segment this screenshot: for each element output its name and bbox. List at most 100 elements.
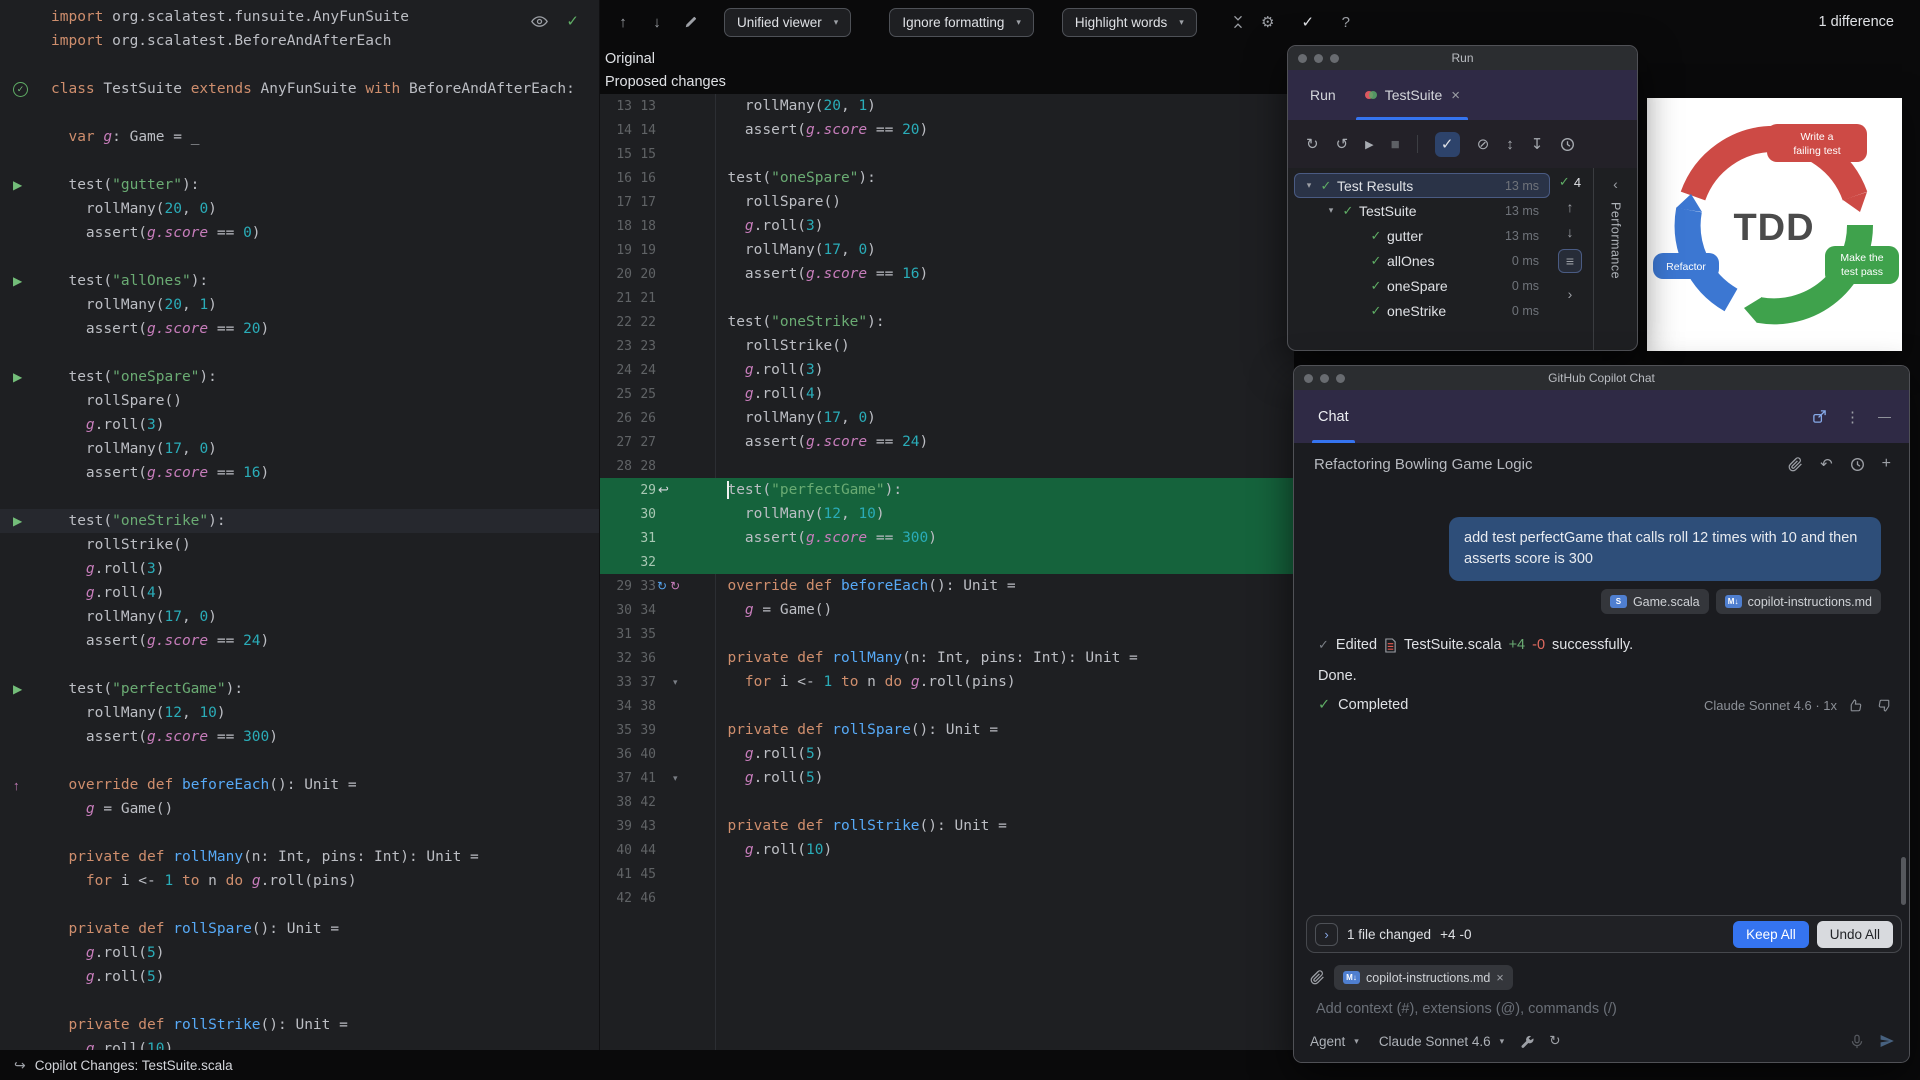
- toggle-auto-test-icon[interactable]: ▶: [1365, 138, 1373, 151]
- import-test-results-icon[interactable]: ↧: [1531, 135, 1544, 153]
- fold-region-icon[interactable]: ▾: [673, 677, 678, 688]
- code-line[interactable]: [0, 485, 599, 509]
- status-message[interactable]: Copilot Changes: TestSuite.scala: [35, 1058, 233, 1073]
- code-line[interactable]: ✓ class TestSuite extends AnyFunSuite wit…: [0, 77, 599, 101]
- stop-icon[interactable]: ■: [1391, 136, 1400, 153]
- test-tree-item-onestrike[interactable]: ✓ oneStrike 0 ms: [1294, 298, 1550, 323]
- history-icon[interactable]: [1850, 457, 1865, 472]
- expand-chevron-icon[interactable]: ▾: [1301, 180, 1317, 191]
- context-chip[interactable]: M↓ copilot-instructions.md ×: [1334, 965, 1513, 990]
- diff-row[interactable]: 36 40 g.roll(5): [600, 742, 1294, 766]
- run-window-titlebar[interactable]: Run: [1288, 46, 1637, 70]
- diff-row[interactable]: 39 43 private def rollStrike(): Unit =: [600, 814, 1294, 838]
- expand-changes-icon[interactable]: ›: [1315, 922, 1338, 946]
- code-line[interactable]: for i <- 1 to n do g.roll(pins): [0, 869, 599, 893]
- rerun-tests-icon[interactable]: ↻: [1306, 135, 1319, 153]
- code-line[interactable]: g.roll(10): [0, 1037, 599, 1050]
- highlight-dropdown[interactable]: Highlight words ▾: [1061, 7, 1197, 37]
- diff-row[interactable]: 24 24 g.roll(3): [600, 358, 1294, 382]
- test-history-icon[interactable]: [1560, 137, 1575, 152]
- diff-row[interactable]: 21 21: [600, 286, 1294, 310]
- window-control-dot[interactable]: [1298, 53, 1307, 63]
- diff-row[interactable]: 18 18 g.roll(3): [600, 214, 1294, 238]
- test-tree-item-testsuite[interactable]: ▾ ✓ TestSuite 13 ms: [1294, 198, 1550, 223]
- code-line[interactable]: rollMany(17, 0): [0, 605, 599, 629]
- editor-code[interactable]: import org.scalatest.funsuite.AnyFunSuit…: [0, 0, 599, 1050]
- code-line[interactable]: rollMany(12, 10): [0, 701, 599, 725]
- undo-icon[interactable]: ↶: [1820, 455, 1833, 473]
- close-tab-icon[interactable]: ×: [1451, 87, 1460, 104]
- viewer-mode-dropdown[interactable]: Unified viewer ▾: [724, 7, 852, 37]
- diff-row[interactable]: 32: [600, 550, 1294, 574]
- code-line[interactable]: assert(g.score == 0): [0, 221, 599, 245]
- change-marker-icon[interactable]: ↻: [657, 579, 667, 593]
- code-line[interactable]: private def rollSpare(): Unit =: [0, 917, 599, 941]
- code-line[interactable]: g.roll(5): [0, 965, 599, 989]
- code-line[interactable]: [0, 149, 599, 173]
- code-line[interactable]: ▶ test("perfectGame"):: [0, 677, 599, 701]
- diff-row[interactable]: 32 36 private def rollMany(n: Int, pins: …: [600, 646, 1294, 670]
- diff-row[interactable]: 15 15: [600, 142, 1294, 166]
- code-line[interactable]: rollMany(17, 0): [0, 437, 599, 461]
- diff-row[interactable]: 34 38: [600, 694, 1294, 718]
- test-tree-item-allones[interactable]: ✓ allOnes 0 ms: [1294, 248, 1550, 273]
- code-line[interactable]: ▶ test("gutter"):: [0, 173, 599, 197]
- diff-row[interactable]: 14 14 assert(g.score == 20): [600, 118, 1294, 142]
- diff-row[interactable]: 29 ↩ test("perfectGame"):: [600, 478, 1294, 502]
- chat-input[interactable]: Add context (#), extensions (@), command…: [1316, 1001, 1617, 1017]
- quick-filter-icon[interactable]: ≡: [1558, 249, 1582, 273]
- scrollbar-thumb[interactable]: [1901, 857, 1906, 905]
- code-line[interactable]: rollSpare(): [0, 389, 599, 413]
- voice-icon[interactable]: [1850, 1034, 1864, 1049]
- code-line[interactable]: [0, 53, 599, 77]
- collapse-unchanged-icon[interactable]: [1227, 15, 1249, 29]
- expand-panel-icon[interactable]: ›: [1568, 286, 1573, 302]
- code-line[interactable]: ▶ test("oneSpare"):: [0, 365, 599, 389]
- diff-row[interactable]: 23 23 rollStrike(): [600, 334, 1294, 358]
- code-line[interactable]: assert(g.score == 300): [0, 725, 599, 749]
- attach-icon[interactable]: [1788, 456, 1803, 472]
- edited-file-name[interactable]: TestSuite.scala: [1404, 637, 1502, 653]
- fold-region-icon[interactable]: ▾: [673, 773, 678, 784]
- sort-by-duration-icon[interactable]: ↕: [1506, 136, 1514, 153]
- context-chip[interactable]: M↓ copilot-instructions.md: [1715, 589, 1881, 614]
- code-line[interactable]: var g: Game = _: [0, 125, 599, 149]
- rerun-failed-tests-icon[interactable]: ↺: [1336, 135, 1349, 153]
- window-control-dot[interactable]: [1304, 373, 1313, 383]
- test-tree-item-gutter[interactable]: ✓ gutter 13 ms: [1294, 223, 1550, 248]
- previous-difference-icon[interactable]: ↑: [612, 14, 634, 31]
- diff-row[interactable]: 22 22 test("oneStrike"):: [600, 310, 1294, 334]
- tab-performance[interactable]: Performance: [1609, 202, 1623, 279]
- code-line[interactable]: ▶ test("oneStrike"):: [0, 509, 599, 533]
- code-line[interactable]: [0, 245, 599, 269]
- diff-row[interactable]: 29 33 ↻ ↻ override def beforeEach(): Unit =: [600, 574, 1294, 598]
- show-ignored-icon[interactable]: ⊘: [1477, 135, 1490, 153]
- next-difference-icon[interactable]: ↓: [646, 14, 668, 31]
- remove-chip-icon[interactable]: ×: [1496, 971, 1503, 985]
- code-line[interactable]: [0, 341, 599, 365]
- new-chat-icon[interactable]: +: [1882, 455, 1891, 473]
- code-line[interactable]: [0, 653, 599, 677]
- show-passed-toggle[interactable]: ✓: [1434, 131, 1460, 157]
- whitespace-dropdown[interactable]: Ignore formatting ▾: [889, 7, 1034, 37]
- code-line[interactable]: rollStrike(): [0, 533, 599, 557]
- edit-icon[interactable]: [680, 15, 702, 29]
- test-tree-item-test-results[interactable]: ▾ ✓ Test Results 13 ms: [1294, 173, 1550, 198]
- code-line[interactable]: g.roll(3): [0, 413, 599, 437]
- help-icon[interactable]: ?: [1335, 14, 1357, 31]
- run-test-icon[interactable]: ▶: [13, 179, 22, 191]
- code-line[interactable]: assert(g.score == 24): [0, 629, 599, 653]
- code-line[interactable]: ▶ test("allOnes"):: [0, 269, 599, 293]
- diff-row[interactable]: 19 19 rollMany(17, 0): [600, 238, 1294, 262]
- diff-row[interactable]: 37 41 ▾ g.roll(5): [600, 766, 1294, 790]
- code-line[interactable]: g.roll(3): [0, 557, 599, 581]
- code-line[interactable]: rollMany(20, 0): [0, 197, 599, 221]
- code-line[interactable]: g.roll(4): [0, 581, 599, 605]
- refresh-icon[interactable]: ↻: [1549, 1033, 1560, 1049]
- expand-chevron-icon[interactable]: ▾: [1323, 205, 1339, 216]
- minimize-icon[interactable]: —: [1878, 409, 1891, 424]
- attach-context-icon[interactable]: [1310, 970, 1325, 985]
- code-line[interactable]: import org.scalatest.funsuite.AnyFunSuit…: [0, 5, 599, 29]
- next-test-icon[interactable]: ↓: [1567, 224, 1574, 240]
- collapse-panel-icon[interactable]: ‹: [1613, 176, 1618, 192]
